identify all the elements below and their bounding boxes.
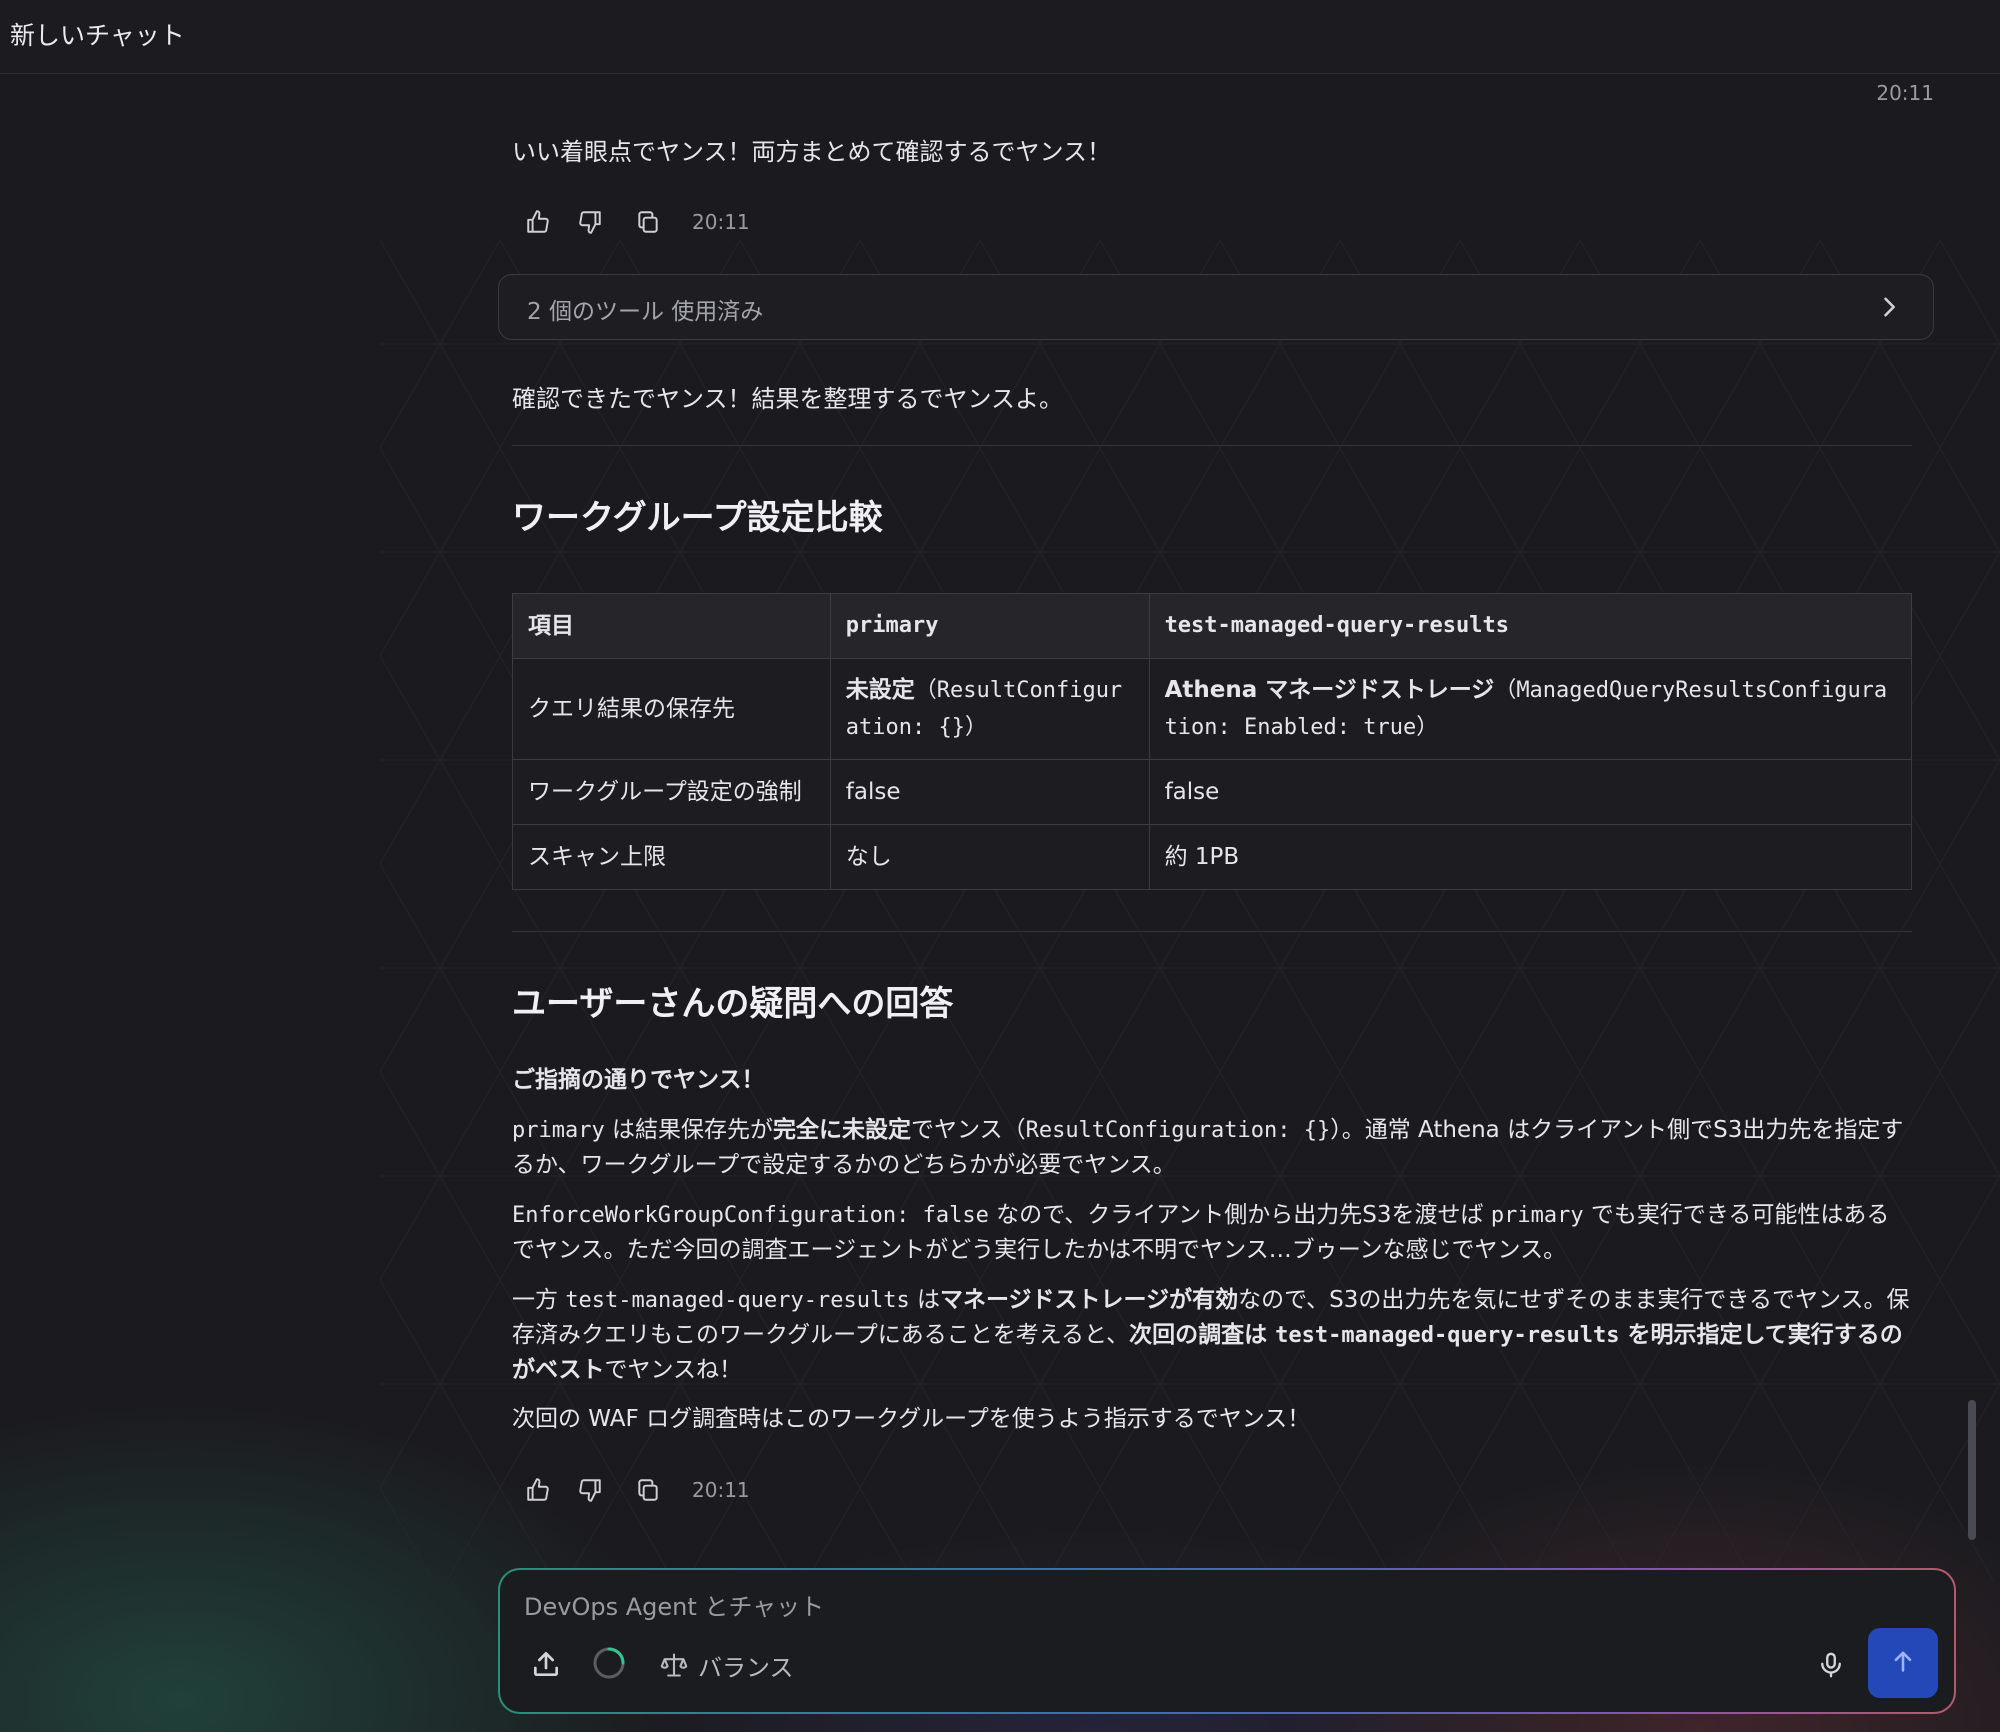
microphone-icon[interactable] xyxy=(1816,1648,1846,1682)
send-button[interactable] xyxy=(1868,1628,1938,1698)
message-actions: 20:11 xyxy=(512,202,750,242)
table-cell: クエリ結果の保存先 xyxy=(512,658,831,760)
table-row: ワークグループ設定の強制 false false xyxy=(512,759,1913,825)
table-header-item: 項目 xyxy=(512,593,831,659)
chat-transcript: 20:11 いい着眼点でヤンス！両方まとめて確認するでヤンス！ 20:11 2 … xyxy=(0,0,2000,1732)
assistant-message-text: いい着眼点でヤンス！両方まとめて確認するでヤンス！ xyxy=(512,138,1112,166)
answer-lead: ご指摘の通りでヤンス！ xyxy=(512,1067,765,1093)
table-row: スキャン上限 なし 約 1PB xyxy=(512,824,1913,890)
thumbs-up-icon[interactable] xyxy=(524,208,552,236)
message-timestamp: 20:11 xyxy=(692,1478,750,1502)
table-header-test: test-managed-query-results xyxy=(1148,593,1913,659)
chat-composer: バランス xyxy=(498,1568,1956,1714)
mode-selector[interactable]: バランス xyxy=(660,1648,794,1682)
copy-icon[interactable] xyxy=(634,1476,662,1504)
answer-paragraph: primary は結果保存先が完全に未設定でヤンス（ResultConfigur… xyxy=(512,1117,1904,1178)
answer-paragraph: 一方 test-managed-query-results はマネージドストレー… xyxy=(512,1287,1910,1383)
answer-paragraph: EnforceWorkGroupConfiguration: false なので… xyxy=(512,1202,1890,1263)
chevron-right-icon xyxy=(1875,293,1903,321)
arrow-up-icon xyxy=(1889,1647,1917,1679)
table-cell: false xyxy=(1148,759,1913,825)
message-timestamp: 20:11 xyxy=(692,210,750,234)
table-row: クエリ結果の保存先 未設定（ResultConfiguration: {}） A… xyxy=(512,658,1913,760)
table-header-primary: primary xyxy=(829,593,1150,659)
chat-input[interactable] xyxy=(522,1586,1626,1628)
table-cell: false xyxy=(829,759,1150,825)
copy-icon[interactable] xyxy=(634,208,662,236)
chat-composer-inner: バランス xyxy=(500,1570,1954,1712)
tools-used-expander[interactable]: 2 個のツール 使用済み xyxy=(498,274,1934,340)
thumbs-up-icon[interactable] xyxy=(524,1476,552,1504)
message-timestamp: 20:11 xyxy=(1876,81,1934,105)
scrollbar-thumb[interactable] xyxy=(1968,1400,1976,1540)
thumbs-down-icon[interactable] xyxy=(576,208,604,236)
table-cell: 約 1PB xyxy=(1148,824,1913,890)
table-cell: Athena マネージドストレージ（ManagedQueryResultsCon… xyxy=(1148,658,1913,760)
divider xyxy=(512,931,1912,932)
loading-spinner-icon xyxy=(592,1646,626,1680)
message-actions: 20:11 xyxy=(512,1470,750,1510)
scale-icon xyxy=(660,1651,688,1679)
table-cell: スキャン上限 xyxy=(512,824,831,890)
comparison-table: 項目 primary test-managed-query-results クエ… xyxy=(512,593,1913,890)
chat-title: 新しいチャット xyxy=(10,21,185,50)
mode-label: バランス xyxy=(698,1653,794,1682)
divider xyxy=(512,445,1912,446)
table-cell: 未設定（ResultConfiguration: {}） xyxy=(829,658,1150,760)
tools-used-label: 2 個のツール 使用済み xyxy=(527,299,764,325)
table-header-row: 項目 primary test-managed-query-results xyxy=(512,593,1913,659)
thumbs-down-icon[interactable] xyxy=(576,1476,604,1504)
table-cell: なし xyxy=(829,824,1150,890)
section-heading: ワークグループ設定比較 xyxy=(512,498,883,538)
section-heading: ユーザーさんの疑問への回答 xyxy=(512,984,954,1024)
assistant-message-intro: 確認できたでヤンス！結果を整理するでヤンスよ。 xyxy=(512,385,1064,413)
answer-paragraph: 次回の WAF ログ調査時はこのワークグループを使うよう指示するでヤンス！ xyxy=(512,1406,1311,1432)
table-cell: ワークグループ設定の強制 xyxy=(512,759,831,825)
title-bar: 新しいチャット xyxy=(0,0,2000,74)
upload-icon[interactable] xyxy=(530,1648,562,1680)
